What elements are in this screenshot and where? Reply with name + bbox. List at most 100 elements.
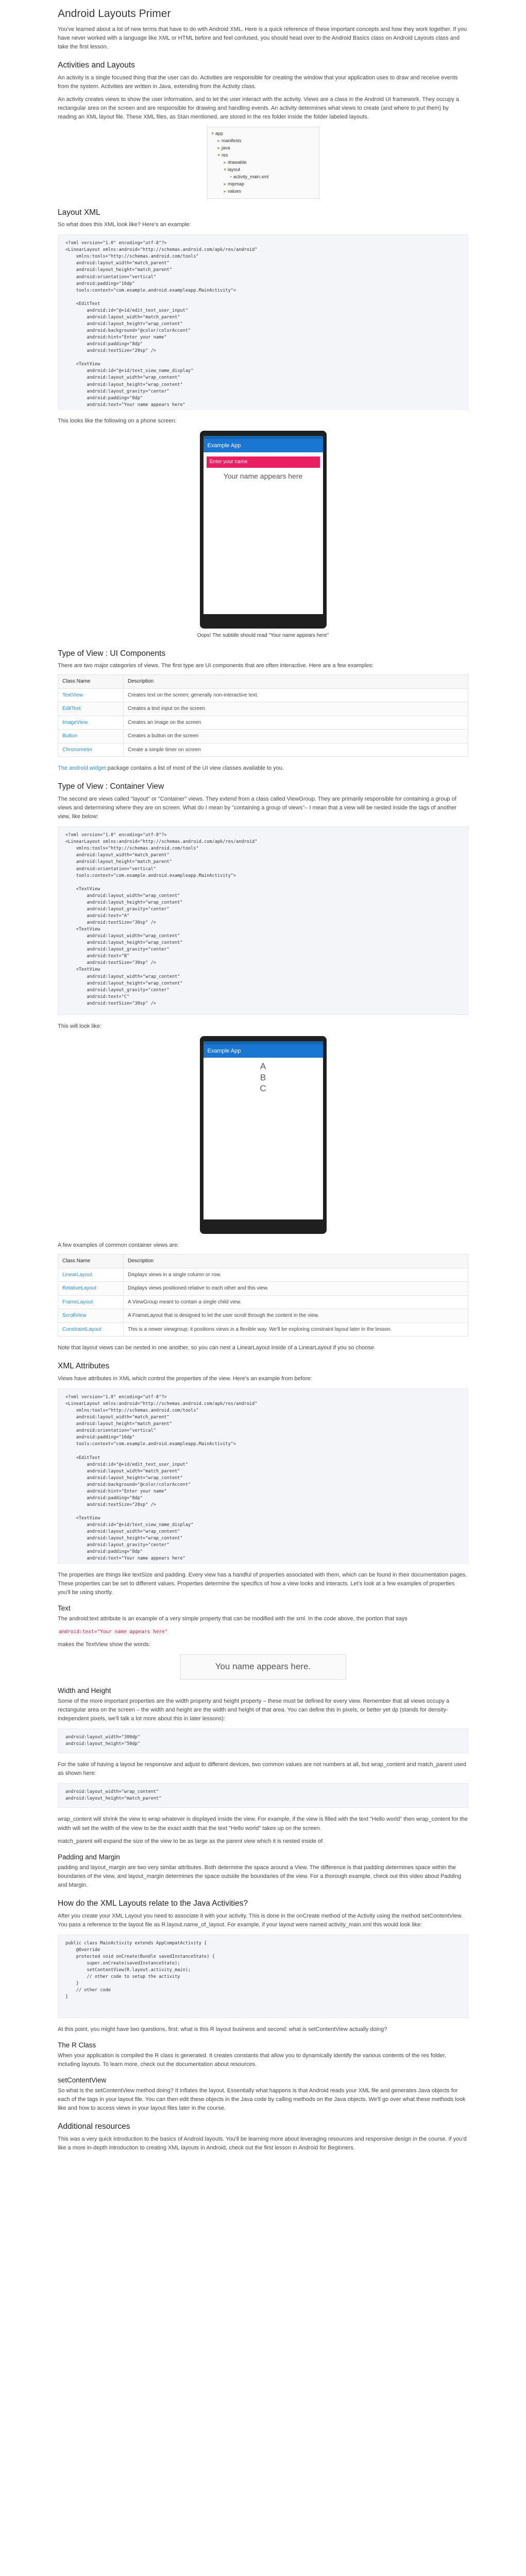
class-name-link[interactable]: ConstraintLayout xyxy=(58,1322,124,1337)
android-widget-link[interactable]: The android.widget xyxy=(58,765,106,771)
tree-row[interactable]: ▸ manifests xyxy=(212,138,315,145)
class-name-link[interactable]: ImageView xyxy=(58,715,124,730)
tree-row-label: layout xyxy=(228,166,241,172)
table-row: ScrollView A FrameLayout that is designed… xyxy=(58,1309,468,1323)
container-examples-paragraph: A few examples of common container views… xyxy=(58,1242,179,1249)
folder-icon: ▾ xyxy=(224,166,227,172)
tree-row[interactable]: ▾ layout xyxy=(212,166,315,174)
java-code-block: public class MainActivity extends AppCom… xyxy=(58,1934,468,2018)
tree-row-label: values xyxy=(228,188,242,194)
ui-components-paragraph: There are two major categories of views.… xyxy=(58,663,374,669)
app-bar-title-2: Example App xyxy=(203,1044,323,1058)
container-views-paragraph: The second are views called "layout" or … xyxy=(58,796,456,820)
textview-demo: You name appears here. xyxy=(180,1654,346,1680)
width-height-code-1: android:layout_width="300dp" android:lay… xyxy=(58,1728,468,1754)
letter-c: C xyxy=(260,1083,266,1093)
class-name-link[interactable]: ScrollView xyxy=(58,1309,124,1323)
folder-icon: ▾ xyxy=(211,131,214,137)
layout-xml-heading: Layout XML xyxy=(58,208,100,217)
tree-row-label: res xyxy=(222,152,228,158)
tree-row-label: drawable xyxy=(228,159,247,165)
class-description: Creates a button on the screen xyxy=(123,729,468,743)
class-name-link[interactable]: FrameLayout xyxy=(58,1295,124,1310)
tree-row[interactable]: ▪ activity_main.xml xyxy=(212,174,315,181)
width-height-paragraph-2: For the sake of having a layout be respo… xyxy=(58,1761,466,1777)
container-views-heading: Type of View : Container View xyxy=(58,782,164,791)
container-table-header-description: Description xyxy=(123,1254,468,1268)
text-attribute-code: android:text="Your name appears here" xyxy=(58,1629,169,1635)
folder-icon: ▾ xyxy=(217,152,220,158)
xml-attributes-paragraph: Views have attributes in XML which contr… xyxy=(58,1375,312,1382)
container-views-table: Class Name Description LinearLayout Displ… xyxy=(58,1254,468,1337)
folder-icon: ▸ xyxy=(224,188,227,194)
r-class-paragraph: When your application is compiled the R … xyxy=(58,2052,446,2067)
table-row: RelativeLayout Displays views positioned … xyxy=(58,1281,468,1296)
phone-screen-2: A B C xyxy=(203,1058,323,1220)
text-paragraph-2: makes the TextView show the words: xyxy=(58,1641,150,1648)
folder-icon: ▪ xyxy=(230,174,232,179)
class-description: A FrameLayout that is designed to let th… xyxy=(123,1309,468,1323)
table-row: ImageView Creates an image on the screen xyxy=(58,715,468,730)
page: Android Layouts Primer You've learned ab… xyxy=(58,0,468,2177)
table-row: Chronometer Create a simple timer on scre… xyxy=(58,742,468,757)
layout-xml-paragraph-2: This looks like the following on a phone… xyxy=(58,418,177,425)
activities-paragraph-2: An activity creates views to show the us… xyxy=(58,96,459,121)
class-description: This is a newer viewgroup; it positions … xyxy=(123,1322,468,1337)
tree-row[interactable]: ▸ values xyxy=(212,188,315,195)
intro-paragraph: You've learned about a lot of new terms … xyxy=(58,26,467,50)
widget-package-paragraph: The android.widget package contains a li… xyxy=(58,764,468,773)
tree-row[interactable]: ▸ mipmap xyxy=(212,181,315,188)
table-row: EditText Creates a text input on the scre… xyxy=(58,702,468,716)
text-code-line: android:text="Your name appears here" xyxy=(58,1628,468,1636)
activities-heading: Activities and Layouts xyxy=(58,61,135,70)
phone-screenshot-2: Example App A B C xyxy=(58,1036,468,1234)
class-name-link[interactable]: Button xyxy=(58,729,124,743)
folder-icon: ▸ xyxy=(224,181,227,187)
name-display-text: Your name appears here xyxy=(223,471,303,480)
java-relate-paragraph-2: At this point, you might have two questi… xyxy=(58,2026,387,2032)
set-content-view-paragraph: So what is the setContentView method doi… xyxy=(58,2088,466,2112)
text-heading: Text xyxy=(58,1604,71,1613)
phone-caption: Oops! The subtitle should read "Your nam… xyxy=(197,633,329,639)
ui-table-header-description: Description xyxy=(123,674,468,689)
class-description: Creates an image on the screen xyxy=(123,715,468,730)
set-content-view-heading: setContentView xyxy=(58,2076,107,2084)
phone-frame-2: Example App A B C xyxy=(199,1036,327,1234)
container-table-header-class: Class Name xyxy=(58,1254,124,1268)
table-row: FrameLayout A ViewGroup meant to contain … xyxy=(58,1295,468,1310)
class-description: Creates a text input on the screen xyxy=(123,702,468,716)
xml-attributes-code-block: <?xml version="1.0" encoding="utf-8"?> <… xyxy=(58,1388,468,1564)
tree-row[interactable]: ▾ app xyxy=(212,130,315,138)
class-name-link[interactable]: LinearLayout xyxy=(58,1267,124,1282)
folder-icon: ▸ xyxy=(217,138,220,144)
tree-row[interactable]: ▸ java xyxy=(212,145,315,152)
properties-paragraph: The properties are things like textSize … xyxy=(58,1571,467,1596)
class-name-link[interactable]: EditText xyxy=(58,702,124,716)
tree-row-label: mipmap xyxy=(228,181,245,187)
java-relate-heading: How do the XML Layouts relate to the Jav… xyxy=(58,1899,248,1908)
width-height-heading: Width and Height xyxy=(58,1686,111,1694)
table-row: TextView Creates text on the screen; gene… xyxy=(58,688,468,703)
class-name-link[interactable]: Chronometer xyxy=(58,742,124,757)
nesting-note-paragraph: Note that layout views can be nested in … xyxy=(58,1345,376,1351)
wrap-content-paragraph: wrap_content will shrink the view to wra… xyxy=(58,1816,468,1832)
class-name-link[interactable]: TextView xyxy=(58,688,124,703)
class-description: Displays views positioned relative to ea… xyxy=(123,1281,468,1296)
name-edit-text[interactable]: Enter your name xyxy=(206,456,320,468)
tree-row[interactable]: ▸ drawable xyxy=(212,159,315,166)
tree-row[interactable]: ▾ res xyxy=(212,152,315,159)
ui-components-heading: Type of View : UI Components xyxy=(58,649,166,658)
class-description: A ViewGroup meant to contain a single ch… xyxy=(123,1295,468,1310)
match-parent-paragraph: match_parent will expand the size of the… xyxy=(58,1838,325,1844)
additional-resources-heading: Additional resources xyxy=(58,2122,130,2131)
padding-margin-paragraph: padding and layout_margin are two very s… xyxy=(58,1864,462,1888)
ui-components-table: Class Name Description TextView Creates t… xyxy=(58,674,468,757)
class-name-link[interactable]: RelativeLayout xyxy=(58,1281,124,1296)
table-row: ConstraintLayout This is a newer viewgrou… xyxy=(58,1322,468,1337)
class-description: Creates text on the screen; generally no… xyxy=(123,688,468,703)
tree-row-label: java xyxy=(222,145,230,151)
phone-screen: Enter your name Your name appears here xyxy=(203,452,323,615)
additional-resources-paragraph: This was a very quick introduction to th… xyxy=(58,2136,467,2151)
tree-row-label: manifests xyxy=(222,138,242,144)
project-tree: ▾ app ▸ manifests ▸ java ▾ res ▸ drawable ▾ layout ▪… xyxy=(207,127,319,199)
